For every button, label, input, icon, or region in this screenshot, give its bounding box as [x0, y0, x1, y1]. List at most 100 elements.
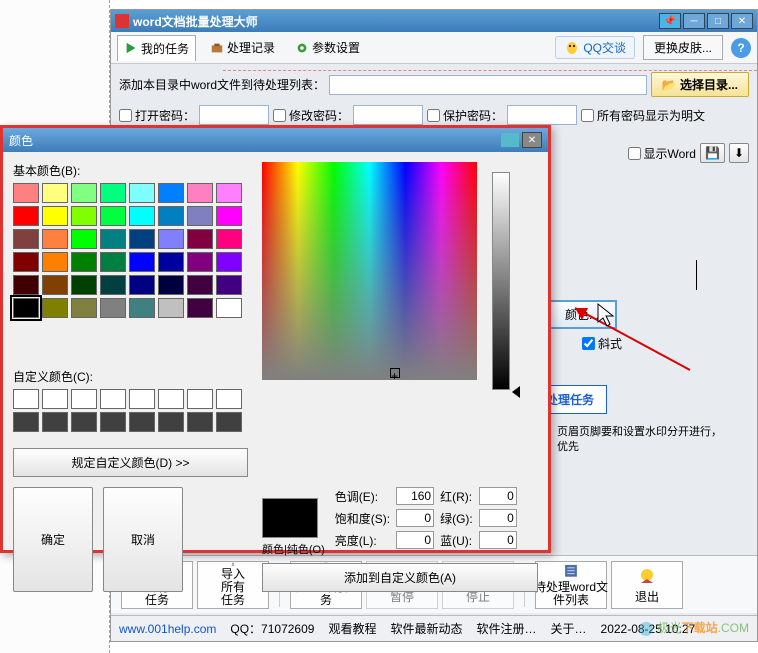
basic-swatch[interactable] [187, 252, 213, 272]
basic-swatch[interactable] [129, 206, 155, 226]
custom-swatch[interactable] [129, 389, 155, 409]
custom-swatch[interactable] [71, 412, 97, 432]
window-maximize[interactable]: □ [707, 13, 729, 29]
basic-swatch[interactable] [71, 229, 97, 249]
status-about[interactable]: 关于… [551, 620, 587, 637]
mod-pwd-input[interactable] [353, 105, 423, 125]
basic-swatch[interactable] [216, 252, 242, 272]
basic-swatch[interactable] [13, 252, 39, 272]
basic-swatch[interactable] [42, 206, 68, 226]
custom-swatch[interactable] [216, 389, 242, 409]
status-register[interactable]: 软件注册… [476, 620, 536, 637]
tab-mytasks[interactable]: 我的任务 [117, 35, 196, 61]
custom-swatch[interactable] [100, 412, 126, 432]
red-input[interactable] [479, 487, 517, 505]
basic-swatch[interactable] [71, 275, 97, 295]
basic-swatch[interactable] [71, 183, 97, 203]
basic-swatch[interactable] [216, 206, 242, 226]
mod-pwd-check[interactable]: 修改密码： [273, 107, 349, 124]
basic-swatch[interactable] [216, 275, 242, 295]
basic-swatch[interactable] [100, 229, 126, 249]
color-button[interactable]: 颜色... [547, 300, 617, 329]
custom-swatch[interactable] [187, 412, 213, 432]
basic-swatch[interactable] [158, 275, 184, 295]
custom-swatch[interactable] [13, 412, 39, 432]
prot-pwd-input[interactable] [507, 105, 577, 125]
basic-swatch[interactable] [13, 183, 39, 203]
save-icon-button[interactable]: 💾 [700, 143, 725, 163]
open-pwd-input[interactable] [199, 105, 269, 125]
basic-swatch[interactable] [187, 298, 213, 318]
basic-swatch[interactable] [71, 252, 97, 272]
custom-swatch[interactable] [42, 389, 68, 409]
show-word-check[interactable]: 显示Word [628, 145, 696, 162]
basic-swatch[interactable] [187, 275, 213, 295]
custom-swatch[interactable] [71, 389, 97, 409]
basic-swatch[interactable] [216, 229, 242, 249]
basic-swatch[interactable] [42, 229, 68, 249]
window-minimize[interactable]: ─ [683, 13, 705, 29]
exit-button[interactable]: 退出 [611, 561, 683, 609]
custom-swatch[interactable] [158, 412, 184, 432]
change-skin-button[interactable]: 更换皮肤... [643, 35, 723, 60]
window-pin-icon[interactable]: 📌 [659, 13, 681, 29]
basic-swatch[interactable] [13, 275, 39, 295]
cancel-button[interactable]: 取消 [103, 487, 183, 592]
blue-input[interactable] [479, 531, 517, 549]
basic-swatch[interactable] [42, 183, 68, 203]
basic-swatch[interactable] [158, 298, 184, 318]
luminance-slider[interactable] [492, 172, 510, 390]
sat-input[interactable] [396, 509, 434, 527]
window-close[interactable]: ✕ [731, 13, 753, 29]
basic-swatch[interactable] [158, 183, 184, 203]
help-icon[interactable]: ? [731, 38, 751, 58]
basic-swatch[interactable] [187, 229, 213, 249]
basic-swatch[interactable] [13, 206, 39, 226]
tab-settings[interactable]: 参数设置 [289, 35, 366, 60]
basic-swatch[interactable] [216, 183, 242, 203]
tab-history[interactable]: 处理记录 [204, 35, 281, 60]
basic-swatch[interactable] [158, 206, 184, 226]
custom-swatch[interactable] [216, 412, 242, 432]
select-dir-button[interactable]: 📂 选择目录... [651, 72, 749, 97]
color-dialog-close[interactable]: ✕ [522, 132, 542, 148]
basic-swatch[interactable] [187, 183, 213, 203]
basic-swatch[interactable] [216, 298, 242, 318]
basic-swatch[interactable] [71, 298, 97, 318]
custom-swatch[interactable] [42, 412, 68, 432]
prot-pwd-check[interactable]: 保护密码： [427, 107, 503, 124]
add-custom-button[interactable]: 添加到自定义颜色(A) [262, 563, 538, 592]
basic-swatch[interactable] [13, 229, 39, 249]
basic-swatch[interactable] [158, 229, 184, 249]
show-pwd-check[interactable]: 所有密码显示为明文 [581, 107, 705, 124]
basic-swatch[interactable] [129, 252, 155, 272]
basic-swatch[interactable] [100, 206, 126, 226]
italic-check[interactable]: 斜式 [582, 335, 622, 352]
basic-swatch[interactable] [129, 298, 155, 318]
basic-swatch[interactable] [71, 206, 97, 226]
status-news[interactable]: 软件最新动态 [390, 620, 462, 637]
custom-swatch[interactable] [100, 389, 126, 409]
basic-swatch[interactable] [13, 298, 39, 318]
green-input[interactable] [479, 509, 517, 527]
color-gradient-picker[interactable]: + [262, 162, 477, 380]
status-site[interactable]: www.001help.com [119, 622, 216, 636]
lum-input[interactable] [396, 531, 434, 549]
basic-swatch[interactable] [129, 183, 155, 203]
ok-button[interactable]: 确定 [13, 487, 93, 592]
color-dialog-help-icon[interactable] [501, 133, 519, 147]
basic-swatch[interactable] [129, 229, 155, 249]
custom-swatch[interactable] [13, 389, 39, 409]
open-pwd-check[interactable]: 打开密码： [119, 107, 195, 124]
basic-swatch[interactable] [100, 252, 126, 272]
download-icon-button[interactable]: ⬇ [729, 143, 749, 163]
basic-swatch[interactable] [100, 275, 126, 295]
basic-swatch[interactable] [100, 183, 126, 203]
custom-swatch[interactable] [187, 389, 213, 409]
basic-swatch[interactable] [187, 206, 213, 226]
basic-swatch[interactable] [129, 275, 155, 295]
qq-chat-button[interactable]: QQ交谈 [555, 36, 635, 59]
basic-swatch[interactable] [100, 298, 126, 318]
basic-swatch[interactable] [42, 252, 68, 272]
dir-input[interactable] [329, 75, 647, 95]
